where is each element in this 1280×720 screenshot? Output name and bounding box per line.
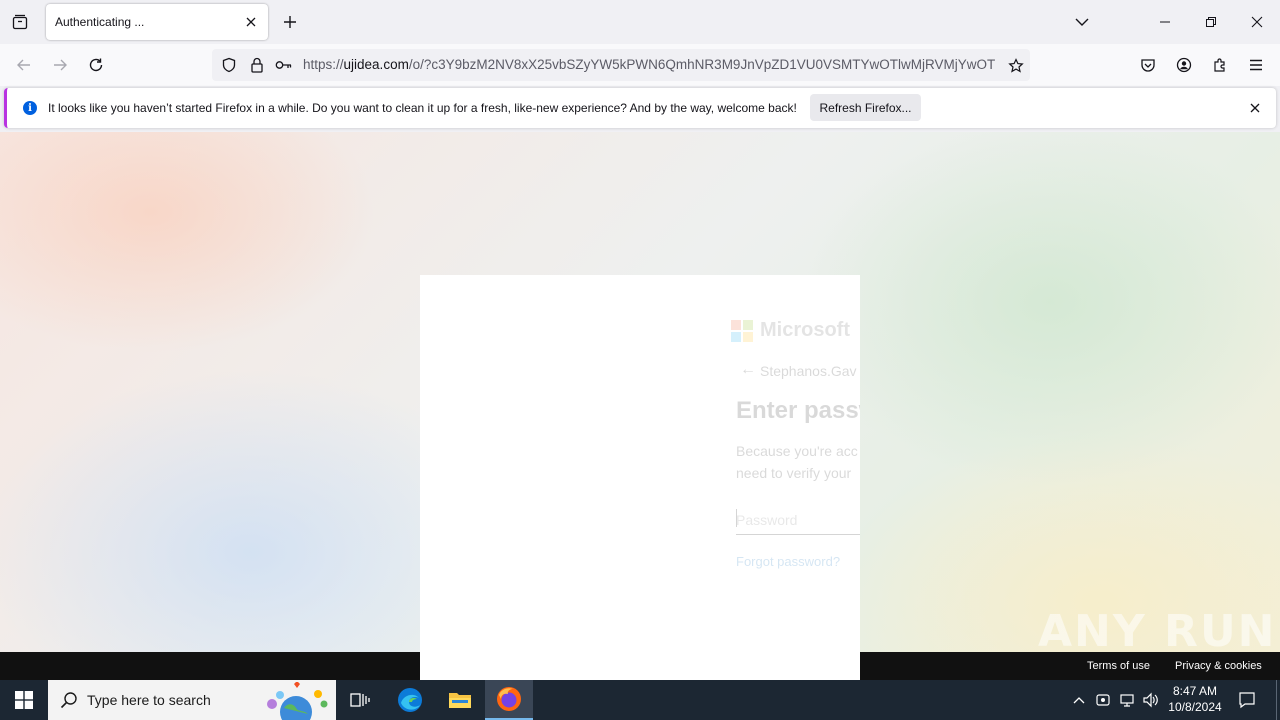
clock-time: 8:47 AM [1172, 684, 1218, 698]
page-content: Terms of use Privacy & cookies ANY RUN M… [0, 132, 1280, 680]
tab-title: Authenticating ... [55, 15, 145, 29]
notification-icon [1239, 692, 1255, 709]
notification-message: It looks like you haven’t started Firefo… [48, 101, 797, 115]
file-explorer-taskbar-button[interactable] [436, 680, 484, 720]
microsoft-logo-icon [731, 320, 753, 342]
chevron-down-icon [1075, 18, 1089, 26]
minimize-button[interactable] [1142, 0, 1188, 44]
edge-icon [398, 688, 422, 712]
task-view-icon [350, 693, 370, 707]
taskbar: Type here to search 8:47 AM 10/8/2024 [0, 680, 1280, 720]
show-desktop-button[interactable] [1276, 680, 1280, 720]
reload-icon [89, 58, 103, 72]
close-icon [1250, 103, 1260, 113]
url-bar[interactable]: https://ujidea.com/o/?c3Y9bzM2NV8xX25vbS… [212, 49, 1030, 81]
password-field[interactable] [736, 505, 860, 535]
sign-in-card-content: Microsoft ← Stephanos.Gav Enter passw Be… [420, 275, 860, 680]
notification-close-button[interactable] [1246, 99, 1264, 117]
tab-close-button[interactable] [242, 13, 260, 31]
account-button[interactable] [1170, 51, 1198, 79]
task-view-button[interactable] [336, 680, 384, 720]
close-icon [246, 17, 256, 27]
firefox-view-button[interactable] [6, 8, 34, 36]
chevron-up-icon [1073, 697, 1085, 704]
password-input[interactable] [736, 505, 860, 534]
account-identity: Stephanos.Gav [760, 363, 857, 379]
anyrun-watermark: ANY RUN [1038, 606, 1277, 657]
search-placeholder: Type here to search [87, 692, 211, 708]
arrow-left-icon [17, 59, 30, 71]
description-line-1: Because you're acc [736, 443, 858, 459]
reload-button[interactable] [82, 51, 110, 79]
tracking-protection-shield-icon[interactable] [220, 56, 238, 74]
show-hidden-icons-button[interactable] [1070, 691, 1088, 709]
bookmark-star-button[interactable] [1006, 56, 1026, 76]
tab-authenticating[interactable]: Authenticating ... [46, 4, 268, 40]
url-scheme: https:// [303, 57, 344, 72]
forward-button[interactable] [46, 51, 74, 79]
back-arrow-icon[interactable]: ← [740, 361, 756, 379]
folder-icon [449, 693, 471, 708]
puzzle-icon [1214, 58, 1225, 72]
refresh-firefox-notification: i It looks like you haven’t started Fire… [4, 88, 1276, 128]
back-button[interactable] [10, 51, 38, 79]
pocket-button[interactable] [1134, 51, 1162, 79]
list-all-tabs-button[interactable] [1070, 10, 1094, 34]
privacy-cookies-link[interactable]: Privacy & cookies [1175, 660, 1262, 672]
close-icon [1251, 16, 1263, 28]
arrow-right-icon [54, 59, 67, 71]
navigation-toolbar: https://ujidea.com/o/?c3Y9bzM2NV8xX25vbS… [0, 44, 1280, 86]
firefox-taskbar-button[interactable] [485, 680, 533, 720]
url-domain: ujidea.com [343, 57, 409, 72]
firefox-icon [497, 687, 521, 711]
start-button[interactable] [0, 680, 48, 720]
new-tab-button[interactable] [278, 10, 302, 34]
close-window-button[interactable] [1234, 0, 1280, 44]
firefox-view-icon [12, 14, 28, 30]
hamburger-menu-icon [1250, 59, 1262, 71]
microsoft-brand-text: Microsoft [760, 319, 850, 341]
restore-icon [1206, 17, 1216, 27]
star-icon [1008, 58, 1024, 73]
app-menu-button[interactable] [1242, 51, 1270, 79]
pocket-icon [1141, 59, 1155, 72]
taskbar-search-box[interactable]: Type here to search [48, 680, 336, 720]
text-caret [736, 509, 737, 527]
minimize-icon [1160, 21, 1170, 23]
restore-button[interactable] [1188, 0, 1234, 44]
system-clock[interactable]: 8:47 AM 10/8/2024 [1166, 683, 1224, 715]
tab-strip: Authenticating ... [0, 0, 1280, 44]
windows-logo-icon [15, 691, 33, 709]
forgot-password-link[interactable]: Forgot password? [736, 554, 840, 569]
enter-password-heading: Enter passw [736, 397, 860, 424]
terms-of-use-link[interactable]: Terms of use [1087, 660, 1150, 672]
volume-icon[interactable] [1142, 691, 1160, 709]
extensions-button[interactable] [1206, 51, 1234, 79]
url-path: /o/?c3Y9bzM2NV8xX25vbSZyYW5kPWN6QmhNR3M9… [408, 57, 996, 72]
search-highlight-globe-icon [267, 682, 328, 720]
url-text[interactable]: https://ujidea.com/o/?c3Y9bzM2NV8xX25vbS… [303, 57, 998, 72]
info-icon: i [23, 101, 37, 115]
refresh-firefox-button[interactable]: Refresh Firefox... [810, 94, 921, 121]
description-line-2: need to verify your [736, 465, 852, 481]
sign-in-card: Microsoft ← Stephanos.Gav Enter passw Be… [420, 275, 860, 680]
network-icon[interactable] [1118, 691, 1136, 709]
account-icon [1176, 57, 1192, 73]
plus-icon [284, 16, 296, 28]
edge-taskbar-button[interactable] [386, 680, 434, 720]
action-center-button[interactable] [1236, 689, 1258, 711]
search-icon [60, 692, 77, 709]
meet-now-icon[interactable] [1094, 691, 1112, 709]
lock-icon[interactable] [248, 56, 266, 74]
key-icon[interactable] [275, 56, 293, 74]
clock-date: 10/8/2024 [1168, 700, 1222, 714]
